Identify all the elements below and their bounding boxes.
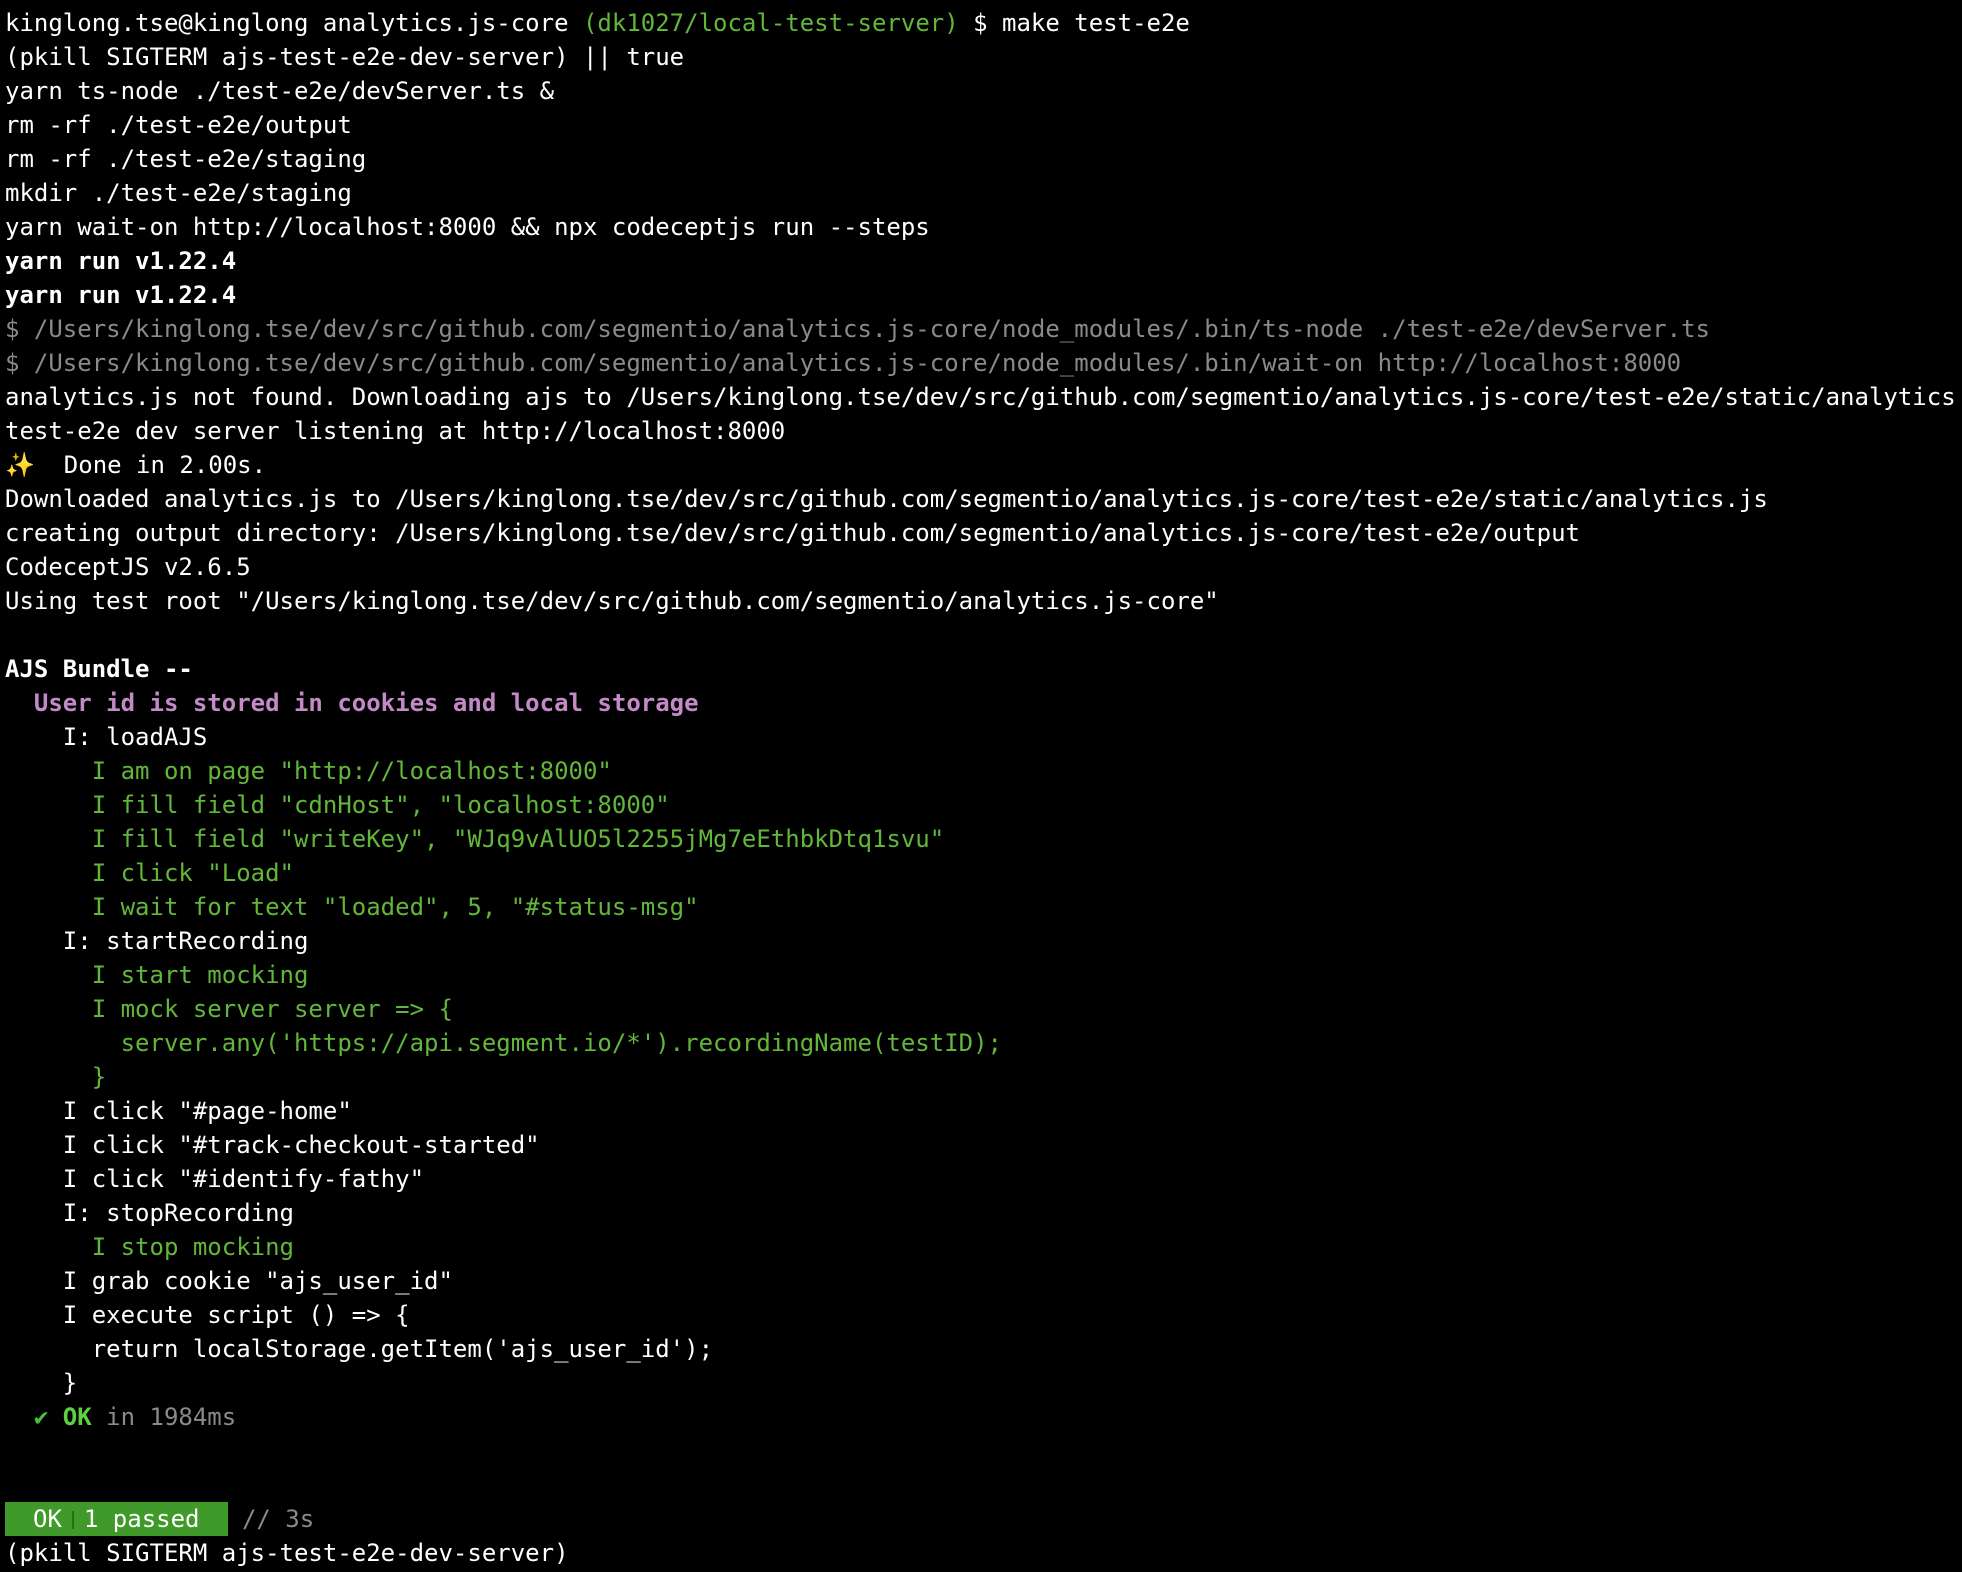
output-line-done: ✨ Done in 2.00s. [5, 448, 1957, 482]
step-line: I execute script () => { [5, 1301, 410, 1329]
step-line: I click "Load" [5, 859, 294, 887]
prompt-directory: analytics.js-core [322, 9, 569, 37]
done-text: Done in 2.00s. [34, 451, 267, 479]
sparkles-icon: ✨ [5, 451, 35, 479]
output-line-yarn-run: yarn run v1.22.4 [5, 247, 237, 275]
scenario-result: ✔ OK in 1984ms [5, 1400, 1957, 1434]
prompt-symbol: $ [973, 9, 988, 37]
result-time: in 1984ms [91, 1403, 237, 1431]
step-line: return localStorage.getItem('ajs_user_id… [5, 1335, 714, 1363]
step-line: I am on page "http://localhost:8000" [5, 757, 612, 785]
terminal-window[interactable]: kinglong.tse@kinglong analytics.js-core … [5, 6, 1957, 1570]
prompt-line: kinglong.tse@kinglong analytics.js-core … [5, 6, 1957, 40]
checkmark-icon: ✔ [5, 1403, 63, 1431]
step-line: I: stopRecording [5, 1199, 294, 1227]
output-line-not-found: analytics.js not found. Downloading ajs … [5, 383, 1957, 411]
summary-duration: // 3s [227, 1505, 315, 1533]
step-line: I: startRecording [5, 927, 309, 955]
output-line-mkdir-staging: mkdir ./test-e2e/staging [5, 179, 352, 207]
output-line-ts-node: yarn ts-node ./test-e2e/devServer.ts & [5, 77, 555, 105]
scenario-title: User id is stored in cookies and local s… [5, 689, 699, 717]
summary-badge-divider [71, 1511, 74, 1529]
step-line: I: loadAJS [5, 723, 208, 751]
summary-passed-count: 1 passed [83, 1505, 200, 1533]
step-line: I fill field "writeKey", "WJq9vAlUO5l225… [5, 825, 945, 853]
suite-title: AJS Bundle -- [5, 655, 193, 683]
output-line-pkill-final: (pkill SIGTERM ajs-test-e2e-dev-server) [5, 1539, 569, 1567]
output-line-rm-staging: rm -rf ./test-e2e/staging [5, 145, 367, 173]
summary-line: OK 1 passed // 3s [5, 1502, 1957, 1536]
summary-badge: OK 1 passed [5, 1502, 228, 1536]
output-line-server-listening: test-e2e dev server listening at http://… [5, 417, 786, 445]
output-line-yarn-run: yarn run v1.22.4 [5, 281, 237, 309]
output-line-test-root: Using test root "/Users/kinglong.tse/dev… [5, 587, 1219, 615]
step-line: I wait for text "loaded", 5, "#status-ms… [5, 893, 699, 921]
output-line-wait-on: yarn wait-on http://localhost:8000 && np… [5, 213, 930, 241]
step-line: I click "#identify-fathy" [5, 1165, 425, 1193]
output-line-rm-output: rm -rf ./test-e2e/output [5, 111, 352, 139]
result-ok-label: OK [62, 1403, 92, 1431]
step-line: server.any('https://api.segment.io/*').r… [5, 1029, 1002, 1057]
step-line: } [5, 1369, 78, 1397]
step-line: I click "#track-checkout-started" [5, 1131, 540, 1159]
step-line: I grab cookie "ajs_user_id" [5, 1267, 453, 1295]
step-line: I fill field "cdnHost", "localhost:8000" [5, 791, 670, 819]
prompt-user-host: kinglong.tse@kinglong [5, 9, 309, 37]
output-line-downloaded: Downloaded analytics.js to /Users/kinglo… [5, 485, 1768, 513]
summary-ok-label: OK [33, 1505, 62, 1533]
output-line-dollar-ts-node: $ /Users/kinglong.tse/dev/src/github.com… [5, 315, 1711, 343]
prompt-command: make test-e2e [1002, 9, 1190, 37]
output-line-creating-output: creating output directory: /Users/kinglo… [5, 519, 1580, 547]
output-line-dollar-wait-on: $ /Users/kinglong.tse/dev/src/github.com… [5, 349, 1682, 377]
step-line: } [5, 1063, 107, 1091]
step-line: I click "#page-home" [5, 1097, 352, 1125]
prompt-git-branch: (dk1027/local-test-server) [582, 9, 959, 37]
step-line: I start mocking [5, 961, 309, 989]
step-line: I stop mocking [5, 1233, 294, 1261]
output-line-pkill: (pkill SIGTERM ajs-test-e2e-dev-server) … [5, 43, 685, 71]
step-line: I mock server server => { [5, 995, 453, 1023]
output-line-codecept-version: CodeceptJS v2.6.5 [5, 553, 251, 581]
